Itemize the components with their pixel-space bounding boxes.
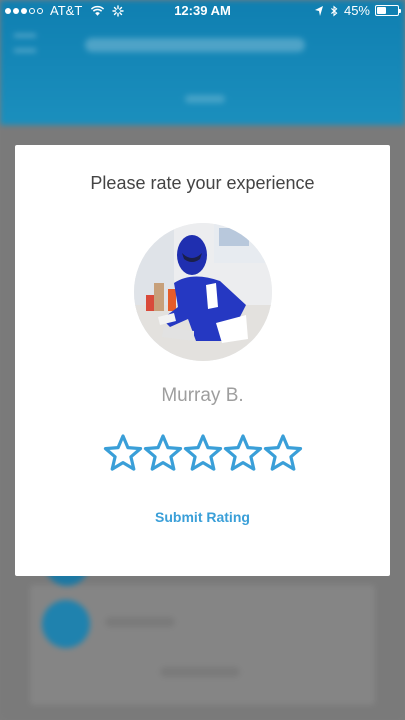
star-5-icon[interactable] — [263, 433, 303, 473]
background-text-line — [105, 617, 175, 627]
submit-rating-button[interactable]: Submit Rating — [15, 509, 390, 525]
background-card — [30, 585, 375, 705]
star-4-icon[interactable] — [223, 433, 263, 473]
status-bar: AT&T 12:39 AM 45% — [0, 0, 405, 22]
battery-percentage: 45% — [343, 3, 370, 18]
provider-name: Murray B. — [161, 385, 244, 406]
modal-title: Please rate your experience — [90, 173, 315, 193]
star-2-icon[interactable] — [143, 433, 183, 473]
background-text-line — [160, 667, 240, 677]
background-header-title — [85, 38, 305, 52]
status-right: 45% — [314, 3, 401, 18]
rating-modal: Please rate your experience Murray B. Su… — [15, 145, 390, 576]
battery-level-fill — [377, 7, 386, 14]
bluetooth-icon — [331, 5, 338, 16]
star-1-icon[interactable] — [103, 433, 143, 473]
provider-photo — [134, 223, 272, 361]
background-avatar-icon — [42, 600, 90, 648]
provider-avatar — [134, 223, 272, 361]
battery-icon — [375, 5, 401, 16]
star-3-icon[interactable] — [183, 433, 223, 473]
background-header-subtitle — [185, 95, 225, 103]
menu-icon — [14, 34, 36, 52]
location-arrow-icon — [314, 5, 323, 16]
star-rating[interactable] — [103, 433, 303, 481]
